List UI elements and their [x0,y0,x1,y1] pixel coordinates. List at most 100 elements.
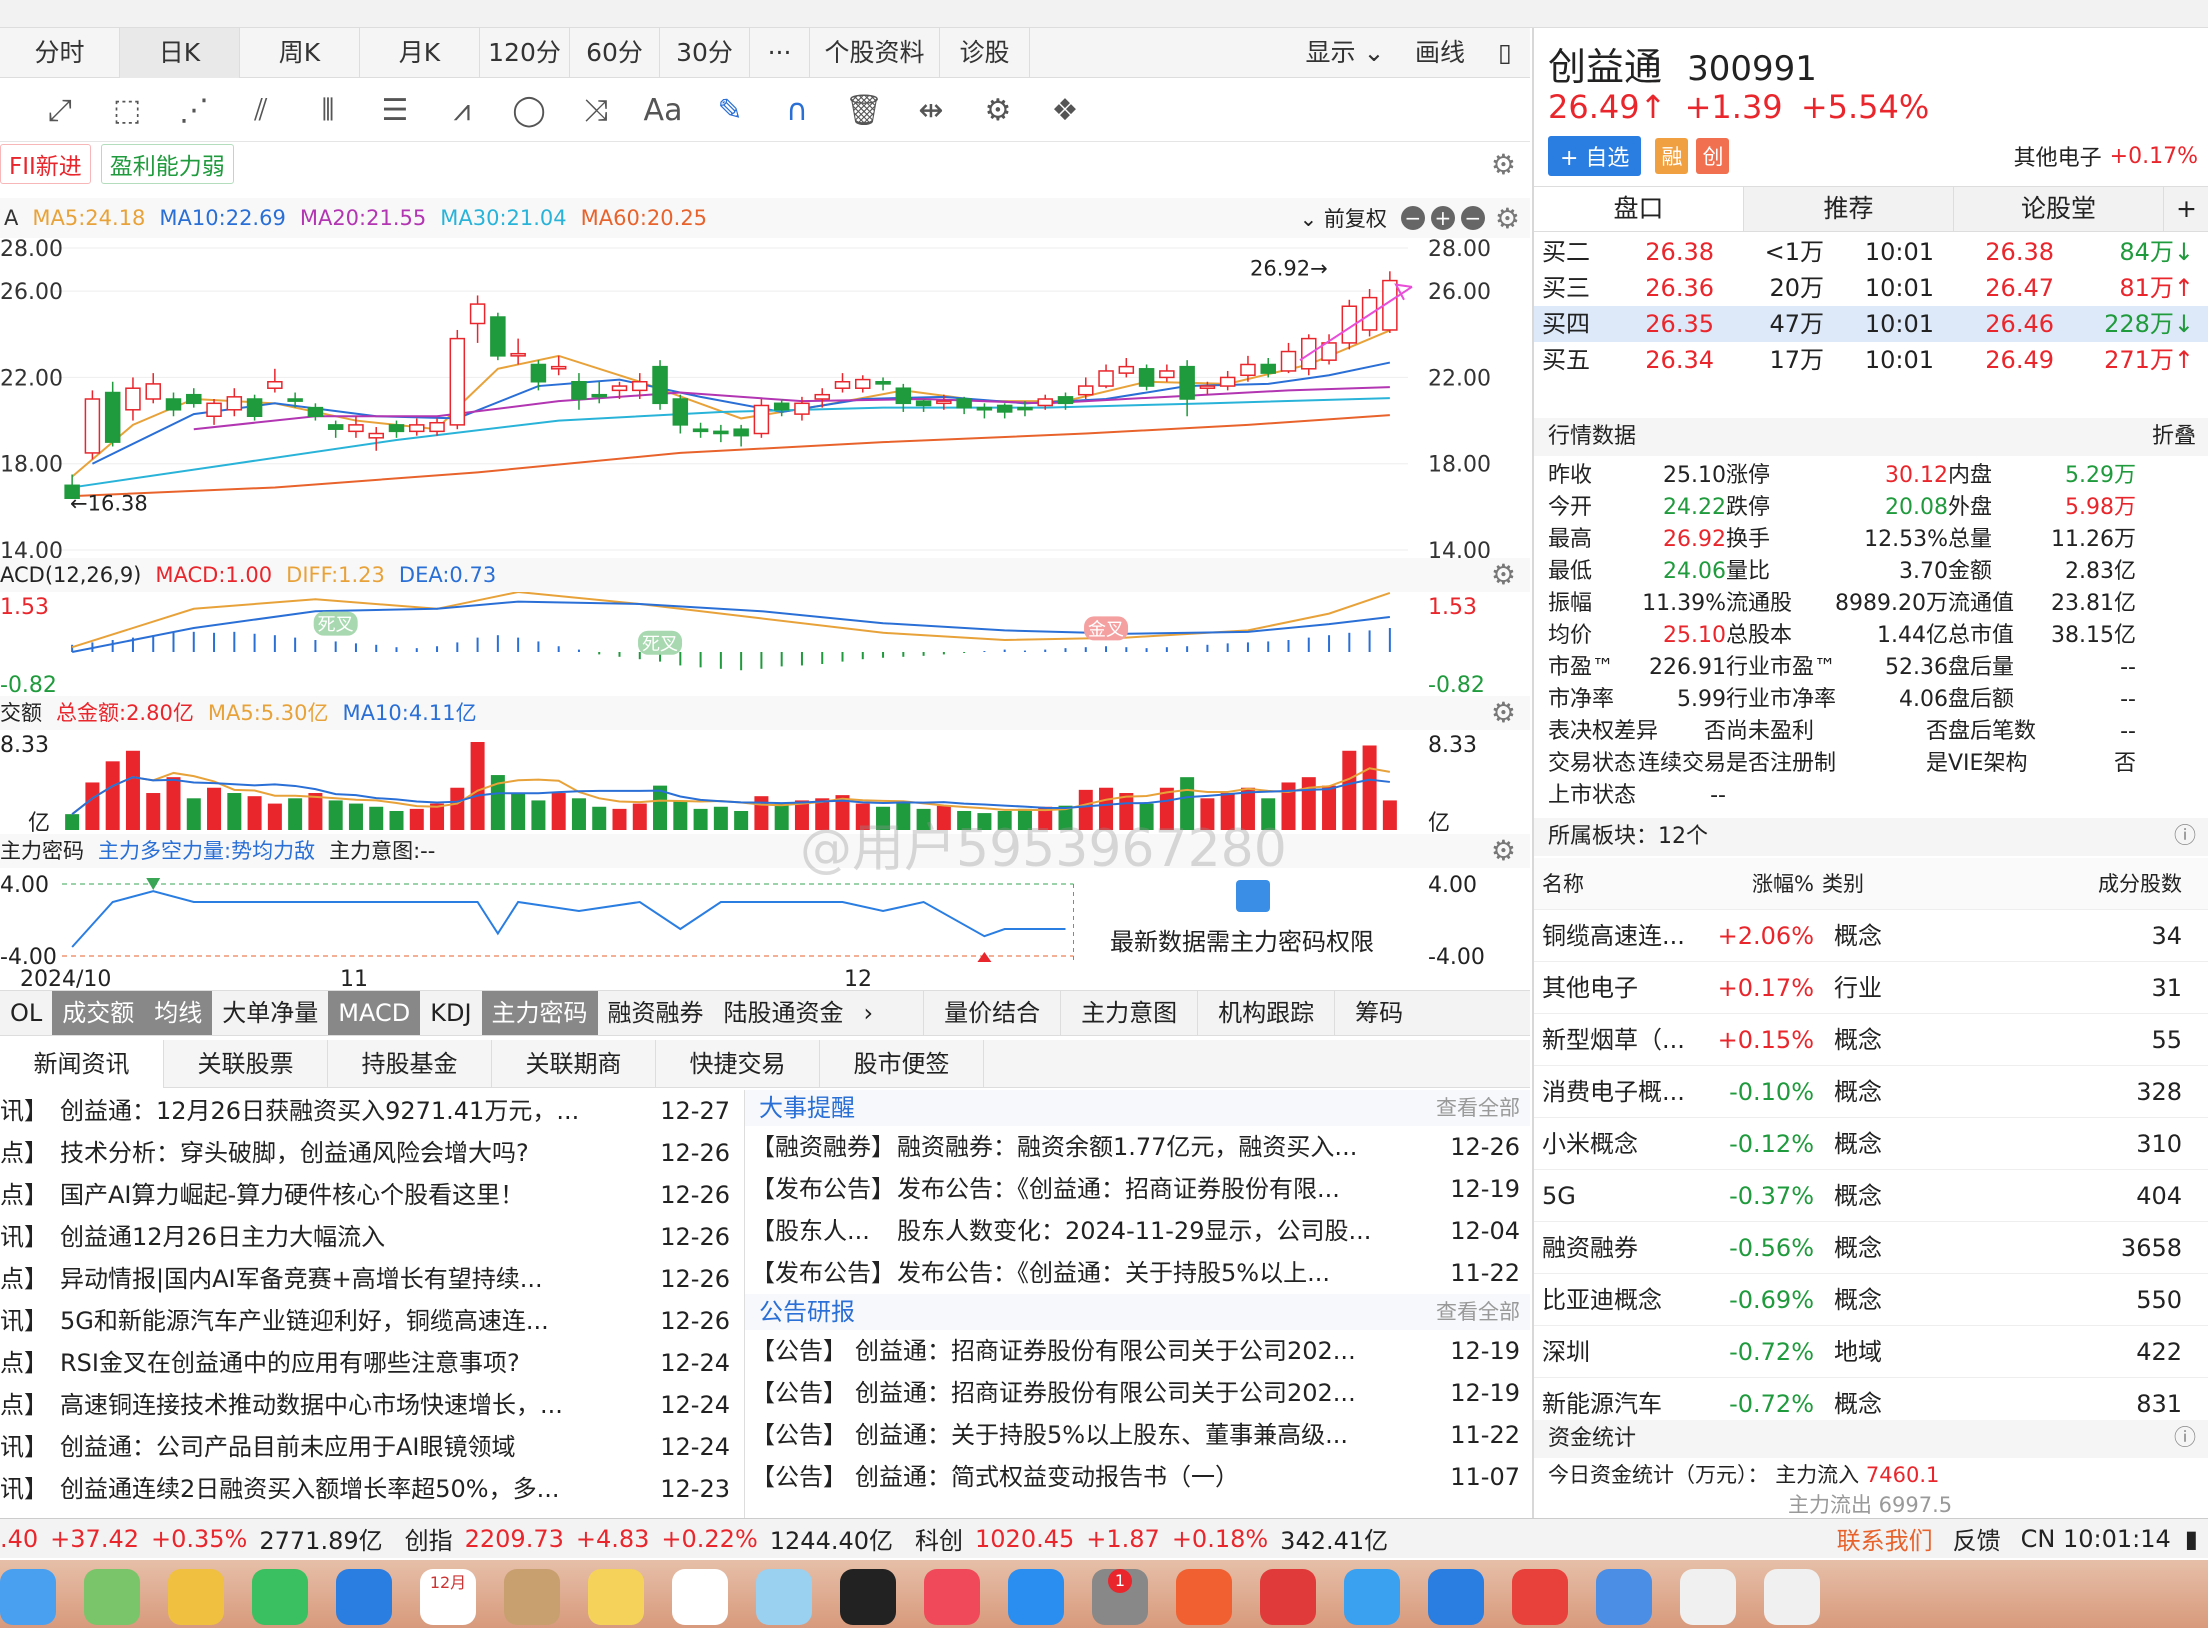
finder-icon[interactable] [336,1569,392,1625]
gear-icon[interactable]: ⚙ [1491,696,1516,730]
bid-row[interactable]: 买二 26.38 <1万 10:01 26.38 84万↓ [1534,234,2208,270]
maps-icon[interactable] [0,1569,56,1625]
freeform-icon[interactable] [756,1569,812,1625]
trash-icon[interactable] [1764,1569,1820,1625]
stock-app-icon[interactable] [1176,1569,1232,1625]
event-item[interactable]: 【股东人... 股东人数变化：2024-11-29显示，公司股... 12-04 [745,1210,1530,1252]
macd-chart[interactable]: 1.53-0.821.53-0.82死叉金叉死叉金叉 [0,592,1530,696]
indicator-tab[interactable]: 大单净量 [212,991,328,1035]
event-item[interactable]: 【公告】 创益通：招商证券股份有限公司关于公司202... 12-19 [745,1330,1530,1372]
tab-0[interactable]: 分时 [0,27,120,78]
settings-tool-icon[interactable]: ⚙ [978,91,1018,131]
block-row[interactable]: 融资融券 -0.56% 概念 3658 [1534,1222,2208,1274]
news-item[interactable]: 讯】 5G和新能源汽车产业链迎利好，铜缆高速连... 12-26 [0,1300,740,1342]
notes-icon[interactable] [168,1569,224,1625]
event-item[interactable]: 【发布公告】 发布公告：《创益通：关于持股5%以上... 11-22 [745,1252,1530,1294]
news-tab[interactable]: 关联股票 [164,1039,328,1088]
circle-tool-icon[interactable]: ◯ [509,91,549,131]
news-item[interactable]: 点】 国产AI算力崛起-算力硬件核心个股看这里！ 12-26 [0,1174,740,1216]
tab-9[interactable]: 诊股 [940,27,1030,78]
photos-icon[interactable] [84,1569,140,1625]
document-icon[interactable] [1680,1569,1736,1625]
channel-tool-icon[interactable]: ⫽ [241,91,281,131]
event-item[interactable]: 【公告】 创益通：简式权益变动报告书（一） 11-07 [745,1456,1530,1498]
news-item[interactable]: 点】 异动情报|国内AI军备竞赛+高增长有望持续... 12-26 [0,1258,740,1300]
tab-1[interactable]: 日K [120,27,240,78]
minus-circle-icon[interactable]: − [1460,206,1485,230]
layout-toggle-icon[interactable]: ▯ [1480,28,1530,78]
indicator-tab[interactable]: 量价结合 [923,991,1060,1035]
view-all-link[interactable]: 查看全部 [1436,1090,1520,1126]
industry-name[interactable]: 其他电子 [2014,140,2102,172]
contact-link[interactable]: 联系我们 [1837,1521,1933,1556]
blocks-col-header[interactable]: 类别 [1814,858,1964,909]
news-tab[interactable]: 股市便签 [820,1039,984,1088]
folder-icon[interactable] [1596,1569,1652,1625]
settings-icon[interactable]: 1 [1092,1569,1148,1625]
vlines-tool-icon[interactable]: ⦀ [308,91,348,131]
wave-tool-icon[interactable]: ⩘ [442,91,482,131]
stock-app2-icon[interactable] [1260,1569,1316,1625]
indicator-tab[interactable]: 筹码 [1334,991,1423,1035]
indicator-tab[interactable]: 陆股通资金 [714,991,854,1035]
netease-music-icon[interactable] [1512,1569,1568,1625]
event-item[interactable]: 【公告】 创益通：关于持股5%以上股东、董事兼高级... 11-22 [745,1414,1530,1456]
tab-2[interactable]: 周K [240,27,360,78]
feedback-link[interactable]: 反馈 [1953,1521,2001,1556]
tab-3[interactable]: 月K [360,27,480,78]
gear-icon[interactable]: ⚙ [1491,558,1516,592]
bid-row[interactable]: 买四 26.35 47万 10:01 26.46 228万↓ [1534,306,2208,342]
indicator-tab[interactable]: KDJ [420,991,481,1035]
news-tab[interactable]: 快捷交易 [656,1039,820,1088]
news-item[interactable]: 点】 RSI金叉在创益通中的应用有哪些注意事项? 12-24 [0,1342,740,1384]
block-row[interactable]: 5G -0.37% 概念 404 [1534,1170,2208,1222]
right-tab[interactable]: 推荐 [1744,187,1954,231]
block-row[interactable]: 其他电子 +0.17% 行业 31 [1534,962,2208,1014]
block-row[interactable]: 铜缆高速连... +2.06% 概念 34 [1534,910,2208,962]
indicator-tab[interactable]: › [854,991,884,1035]
tab-6[interactable]: 30分 [660,27,750,78]
text-lines-tool-icon[interactable]: ☰ [375,91,415,131]
plus-circle-icon[interactable]: + [1430,206,1455,230]
browser-icon[interactable] [1344,1569,1400,1625]
rect-tool-icon[interactable]: ⬚ [107,91,147,131]
stock-tag[interactable]: 盈利能力弱 [100,144,234,184]
line-tool-icon[interactable]: ⤢ [40,91,80,131]
contacts-icon[interactable] [504,1569,560,1625]
blocks-col-header[interactable]: 名称 [1534,858,1704,909]
indicator-tab[interactable]: 主力密码 [481,991,598,1035]
news-tab[interactable]: 持股基金 [328,1039,492,1088]
block-row[interactable]: 深圳 -0.72% 地域 422 [1534,1326,2208,1378]
right-tab[interactable]: 论股堂 [1954,187,2164,231]
fit-tool-icon[interactable]: ⇹ [911,91,951,131]
bid-row[interactable]: 买五 26.34 17万 10:01 26.49 271万↑ [1534,342,2208,378]
magnet-tool-icon[interactable]: ∩ [777,91,817,131]
music-icon[interactable] [924,1569,980,1625]
news-item[interactable]: 讯】 创益通连续2日融资买入额增长率超50%，多... 12-23 [0,1468,740,1510]
fold-button[interactable]: 折叠 [2152,418,2196,456]
news-item[interactable]: 点】 技术分析：穿头破脚，创益通风险会增大吗? 12-26 [0,1132,740,1174]
fan-tool-icon[interactable]: ⋰ [174,91,214,131]
minus-circle-icon[interactable]: − [1400,206,1425,230]
tab-8[interactable]: 个股资料 [810,27,940,78]
trash-tool-icon[interactable]: 🗑 [844,91,884,131]
gear-icon[interactable]: ⚙ [1491,148,1516,181]
tab-7[interactable]: ··· [750,27,810,78]
fib-tool-icon[interactable]: ⤨ [576,91,616,131]
block-row[interactable]: 消费电子概... -0.10% 概念 328 [1534,1066,2208,1118]
tab-5[interactable]: 60分 [570,27,660,78]
news-item[interactable]: 讯】 创益通：12月26日获融资买入9271.41万元，... 12-27 [0,1090,740,1132]
reminders-icon[interactable] [672,1569,728,1625]
kline-chart[interactable]: 28.00 26.00 22.00 18.00 14.00 28.00 26.00 22.00… [0,238,1530,558]
block-row[interactable]: 小米概念 -0.12% 概念 310 [1534,1118,2208,1170]
indicator-tab[interactable]: 成交额 [52,991,145,1035]
news-item[interactable]: 讯】 创益通：公司产品目前未应用于AI眼镜领域 12-24 [0,1426,740,1468]
calendar-icon[interactable]: 12月 [420,1569,476,1625]
layers-tool-icon[interactable]: ❖ [1045,91,1085,131]
news-item[interactable]: 点】 高速铜连接技术推动数据中心市场快速增长，... 12-24 [0,1384,740,1426]
right-tab[interactable]: 盘口 [1534,187,1744,231]
adjust-mode[interactable]: ⌄ 前复权 [1300,203,1387,233]
event-item[interactable]: 【公告】 创益通：招商证券股份有限公司关于公司202... 12-19 [745,1372,1530,1414]
tab-4[interactable]: 120分 [480,27,570,78]
news-tab[interactable]: 新闻资讯 [0,1039,164,1088]
